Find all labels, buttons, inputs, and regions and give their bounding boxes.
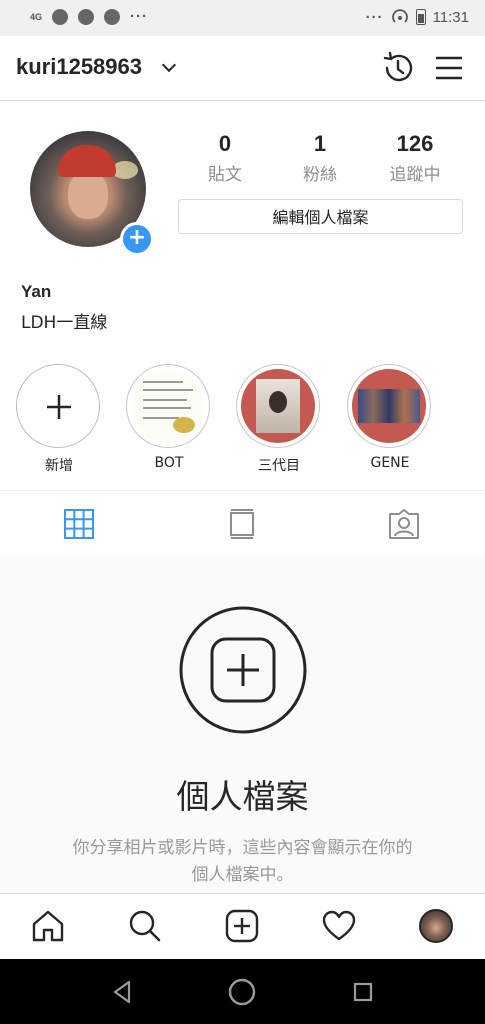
highlight-cover-image: [241, 369, 315, 443]
edit-profile-button[interactable]: 編輯個人檔案: [178, 199, 463, 234]
profile-name: Yan: [21, 282, 52, 301]
highlight-bot[interactable]: BOT: [126, 364, 212, 471]
notification-icon: [52, 8, 69, 25]
status-bar: 4G ··· ··· 11:31: [0, 0, 485, 36]
activity-icon[interactable]: [322, 909, 356, 943]
following-count[interactable]: 126 追蹤中: [375, 131, 455, 185]
highlight-label: 三代目: [258, 458, 300, 474]
profile-tabs: [0, 490, 485, 556]
empty-state-title: 個人檔案: [176, 777, 309, 816]
plus-icon: [47, 395, 71, 419]
home-icon[interactable]: [31, 909, 65, 943]
chevron-down-icon[interactable]: [161, 57, 177, 73]
system-navigation-bar: [0, 959, 485, 1024]
profile-avatar[interactable]: [419, 909, 453, 943]
home-button-icon[interactable]: [227, 977, 257, 1007]
followers-count[interactable]: 1 粉絲: [280, 131, 360, 185]
empty-state: 個人檔案 你分享相片或影片時，這些內容會顯示在你的 個人檔案中。: [0, 555, 485, 893]
more-status-indicator: ···: [365, 8, 384, 26]
more-notifications-indicator: ···: [130, 8, 149, 25]
network-indicator: 4G: [30, 11, 43, 22]
status-time: 11:31: [432, 8, 469, 26]
posts-count[interactable]: 0 貼文: [185, 131, 265, 185]
add-post-icon[interactable]: [178, 605, 308, 735]
back-icon[interactable]: [107, 977, 137, 1007]
highlight-label: BOT: [154, 455, 184, 471]
recent-apps-icon[interactable]: [348, 977, 378, 1007]
notification-icon: [78, 8, 95, 25]
add-story-icon[interactable]: +: [120, 222, 154, 256]
highlight-gene[interactable]: GENE: [347, 364, 433, 471]
highlight-label: GENE: [370, 455, 410, 471]
history-icon[interactable]: [380, 50, 416, 86]
menu-icon[interactable]: [433, 54, 465, 82]
new-post-icon[interactable]: [225, 909, 259, 943]
search-icon[interactable]: [128, 909, 162, 943]
profile-header: kuri1258963: [0, 36, 485, 101]
highlight-label: 新增: [45, 458, 73, 474]
highlight-new[interactable]: 新增: [16, 364, 102, 475]
highlight-sandaime[interactable]: 三代目: [236, 364, 322, 475]
feed-icon[interactable]: [226, 508, 258, 540]
line-icon: [104, 8, 121, 25]
empty-state-description: 你分享相片或影片時，這些內容會顯示在你的 個人檔案中。: [72, 838, 413, 885]
highlight-cover-image: [131, 369, 205, 443]
battery-icon: [415, 9, 426, 25]
profile-bio: LDH一直線: [21, 313, 108, 333]
username-switcher[interactable]: kuri1258963: [16, 54, 142, 80]
highlight-cover-image: [352, 369, 426, 443]
grid-icon[interactable]: [63, 508, 95, 540]
bottom-nav: [0, 893, 485, 960]
tagged-icon[interactable]: [388, 508, 420, 540]
hotspot-icon: [391, 9, 408, 23]
profile-section: + 0 貼文 1 粉絲 126 追蹤中 編輯個人檔案 Yan LDH一直線 新增: [0, 101, 485, 490]
